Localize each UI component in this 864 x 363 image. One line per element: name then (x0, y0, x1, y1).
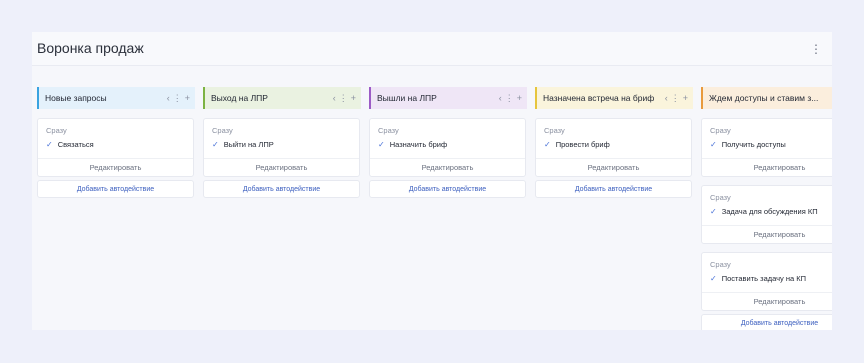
edit-button[interactable]: Редактировать (702, 225, 832, 243)
edit-button[interactable]: Редактировать (204, 158, 359, 176)
action-label: Назначить бриф (389, 140, 448, 149)
add-stage-icon[interactable]: + (185, 93, 190, 103)
check-icon: ✓ (212, 140, 219, 149)
action-row: ✓ Поставить задачу на КП (702, 272, 832, 292)
action-row: ✓ Провести бриф (536, 138, 691, 158)
add-autoaction-button[interactable]: Добавить автодействие (535, 180, 692, 198)
column-header: Новые запросы ‹ ⋮ + (37, 87, 195, 109)
edit-button[interactable]: Редактировать (370, 158, 525, 176)
funnel-column: Ждем доступы и ставим з...‹ Сразу ✓ Получит… (701, 87, 832, 330)
check-icon: ✓ (46, 140, 53, 149)
board-menu-icon[interactable]: ⋮ (810, 42, 822, 56)
action-label: Задача для обсуждения КП (721, 207, 818, 216)
collapse-left-icon[interactable]: ‹ (333, 93, 336, 103)
funnel-column: Новые запросы ‹ ⋮ + Сразу ✓ Связаться Редактиро… (37, 87, 195, 198)
action-row: ✓ Назначить бриф (370, 138, 525, 158)
more-icon[interactable]: ⋮ (671, 93, 680, 103)
autoaction-card: Сразу ✓ Связаться Редактировать (37, 118, 194, 177)
sales-funnel-board: Воронка продаж ⋮ Новые запросы ‹ ⋮ + Сразу ✓ С… (32, 32, 832, 330)
page-title: Воронка продаж (37, 40, 144, 56)
autoaction-card: Сразу ✓ Назначить бриф Редактировать (369, 118, 526, 177)
column-title: Выход на ЛПР (211, 93, 268, 103)
add-stage-icon[interactable]: + (351, 93, 356, 103)
column-title: Ждем доступы и ставим з... (709, 93, 819, 103)
column-header: Вышли на ЛПР ‹ ⋮ + (369, 87, 527, 109)
column-title: Новые запросы (45, 93, 107, 103)
add-autoaction-button[interactable]: Добавить автодействие (701, 314, 832, 330)
edit-button[interactable]: Редактировать (536, 158, 691, 176)
column-actions: ‹ ⋮ + (164, 87, 190, 109)
column-actions: ‹ ⋮ + (330, 87, 356, 109)
edit-button[interactable]: Редактировать (38, 158, 193, 176)
trigger-label: Сразу (378, 126, 399, 135)
action-row: ✓ Связаться (38, 138, 193, 158)
action-row: ✓ Выйти на ЛПР (204, 138, 359, 158)
column-title: Вышли на ЛПР (377, 93, 437, 103)
trigger-label: Сразу (710, 126, 731, 135)
board-header: Воронка продаж ⋮ (32, 32, 832, 66)
add-autoaction-button[interactable]: Добавить автодействие (37, 180, 194, 198)
funnel-column: Вышли на ЛПР ‹ ⋮ + Сразу ✓ Назначить бриф Редак… (369, 87, 527, 198)
column-actions: ‹ ⋮ + (662, 87, 688, 109)
autoaction-card: Сразу ✓ Провести бриф Редактировать (535, 118, 692, 177)
action-label: Провести бриф (555, 140, 610, 149)
check-icon: ✓ (710, 207, 717, 216)
collapse-left-icon[interactable]: ‹ (665, 93, 668, 103)
trigger-label: Сразу (544, 126, 565, 135)
trigger-label: Сразу (710, 193, 731, 202)
column-header: Ждем доступы и ставим з...‹ (701, 87, 832, 109)
action-label: Выйти на ЛПР (223, 140, 274, 149)
action-label: Поставить задачу на КП (721, 274, 807, 283)
add-stage-icon[interactable]: + (517, 93, 522, 103)
funnel-column: Назначена встреча на бриф ‹ ⋮ + Сразу ✓ Провес… (535, 87, 693, 198)
check-icon: ✓ (710, 140, 717, 149)
edit-button[interactable]: Редактировать (702, 158, 832, 176)
check-icon: ✓ (378, 140, 385, 149)
add-autoaction-button[interactable]: Добавить автодействие (369, 180, 526, 198)
trigger-label: Сразу (46, 126, 67, 135)
edit-button[interactable]: Редактировать (702, 292, 832, 310)
add-stage-icon[interactable]: + (683, 93, 688, 103)
column-header: Назначена встреча на бриф ‹ ⋮ + (535, 87, 693, 109)
action-label: Связаться (57, 140, 94, 149)
funnel-column: Выход на ЛПР ‹ ⋮ + Сразу ✓ Выйти на ЛПР Редакти… (203, 87, 361, 198)
check-icon: ✓ (544, 140, 551, 149)
autoaction-card: Сразу ✓ Выйти на ЛПР Редактировать (203, 118, 360, 177)
autoaction-card: Сразу ✓ Получить доступы Редактировать (701, 118, 832, 177)
trigger-label: Сразу (212, 126, 233, 135)
collapse-left-icon[interactable]: ‹ (499, 93, 502, 103)
check-icon: ✓ (710, 274, 717, 283)
trigger-label: Сразу (710, 260, 731, 269)
action-row: ✓ Получить доступы (702, 138, 832, 158)
more-icon[interactable]: ⋮ (173, 93, 182, 103)
more-icon[interactable]: ⋮ (505, 93, 514, 103)
collapse-left-icon[interactable]: ‹ (167, 93, 170, 103)
column-actions: ‹ ⋮ + (496, 87, 522, 109)
column-header: Выход на ЛПР ‹ ⋮ + (203, 87, 361, 109)
action-row: ✓ Задача для обсуждения КП (702, 205, 832, 225)
more-icon[interactable]: ⋮ (339, 93, 348, 103)
column-title: Назначена встреча на бриф (543, 93, 655, 103)
autoaction-card: Сразу›✓Поставить задачу на КПРедактирова… (701, 252, 832, 311)
action-label: Получить доступы (721, 140, 786, 149)
add-autoaction-button[interactable]: Добавить автодействие (203, 180, 360, 198)
autoaction-card: Сразу ✓ Задача для обсуждения КП Редактиров… (701, 185, 832, 244)
